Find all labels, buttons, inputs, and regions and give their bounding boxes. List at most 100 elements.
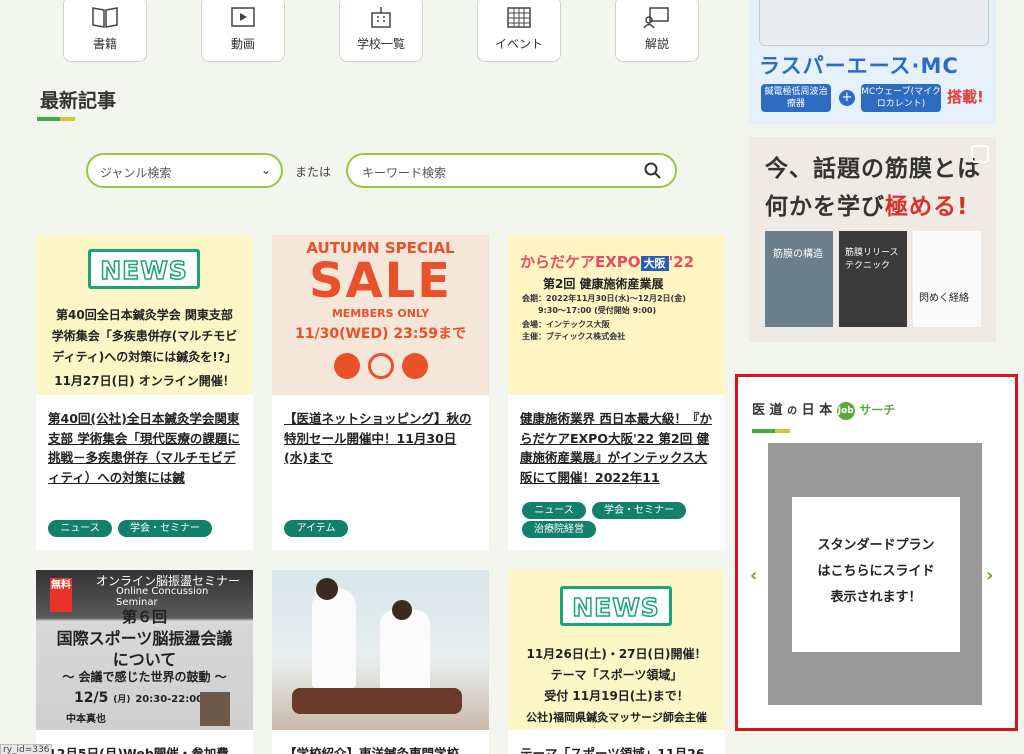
thumb-text: からだケアEXPO 大阪 '22 — [520, 253, 695, 271]
keyword-search-input[interactable]: キーワード検索 — [346, 153, 677, 188]
article-card[interactable]: NEWS 第40回全日本鍼灸学会 関東支部 学術集会「多疾患併存(マルチモビ デ… — [36, 235, 253, 550]
thumb-text: 11月27日(日) オンライン開催！ — [54, 374, 235, 388]
ad-banner-fascia[interactable]: 今、話題の筋膜とは 何かを学び極める! 筋膜の構造 筋膜リリーステクニック 閃め… — [749, 137, 996, 342]
article-title[interactable]: 【医道ネットショッピング】秋の特別セール開催中！11月30日(水)まで — [284, 409, 480, 469]
article-thumbnail: からだケアEXPO 大阪 '22 第2回 健康施術産業展 会期：2022年11月30… — [508, 235, 725, 395]
thumb-text: Online Concussion Seminar — [116, 586, 209, 608]
keyword-search-placeholder: キーワード検索 — [362, 166, 447, 180]
thumb-text: MEMBERS ONLY — [331, 307, 430, 320]
thumb-text: 中本真也 — [66, 714, 106, 725]
book-cover: 閃めく経絡 — [913, 231, 981, 327]
thumb-text: 会場：インテックス大阪 — [522, 320, 610, 329]
plus-icon: + — [839, 90, 855, 106]
article-title[interactable]: 健康施術業界 西日本最大級！『からだケアEXPO大阪'22 第2回 健康施術産業… — [520, 409, 716, 487]
speaker-photo — [200, 692, 230, 726]
genre-select-placeholder: ジャンル検索 — [100, 166, 172, 180]
photo-figure — [316, 578, 338, 600]
expand-icon[interactable] — [971, 145, 989, 163]
tag[interactable]: ニュース — [48, 520, 112, 537]
news-banner: NEWS — [88, 249, 200, 289]
article-card[interactable]: NEWS 11月26日(土)・27日(日)開催！ テーマ「スポーツ領域」 受付 … — [508, 570, 725, 754]
job-icon: Job — [836, 401, 855, 420]
article-thumbnail: NEWS 第40回全日本鍼灸学会 関東支部 学術集会「多疾患併存(マルチモビ デ… — [36, 235, 253, 395]
job-slide[interactable]: スタンダードプラン はこちらにスライド 表示されます！ — [768, 443, 982, 705]
thumb-text: 主催：ブティックス株式会社 — [522, 332, 626, 341]
news-banner: NEWS — [560, 586, 672, 626]
thumb-text: 9:30〜17:00 (受付開始 9:00) — [538, 306, 657, 315]
nav-books-label: 書籍 — [92, 37, 117, 51]
ad-banner-rasper[interactable]: ラスパーエース·MC 鍼電極低周波治療器 + MCウェーブ(マイクロカレント) … — [749, 0, 996, 124]
nav-events-label: イベント — [494, 37, 543, 51]
nav-events[interactable]: イベント — [477, 0, 561, 62]
nav-schools-label: 学校一覧 — [356, 37, 405, 51]
search-icon[interactable] — [643, 161, 663, 181]
photo-figure — [392, 600, 412, 620]
thumb-text: 第40回全日本鍼灸学会 関東支部 — [56, 308, 233, 322]
thumb-text: SALE — [308, 253, 453, 309]
thumb-text: 公社)福岡県鍼灸マッサージ師会主催 — [526, 711, 707, 724]
article-thumbnail: 無料 オンライン脳振盪セミナー Online Concussion Semina… — [36, 570, 253, 730]
thumb-text: 第６回 — [121, 608, 167, 626]
nav-schools[interactable]: 学校一覧 — [339, 0, 423, 62]
photo-figure — [380, 610, 430, 696]
photo-figure — [292, 688, 462, 714]
thumb-text: について — [112, 650, 177, 669]
book-icon — [334, 353, 360, 379]
article-title[interactable]: 12月5日(月)Web開催・参加費 — [48, 744, 244, 754]
nav-lectures[interactable]: 解説 — [615, 0, 699, 62]
thumb-text: 12/5 (月) 20:30-22:00 — [74, 690, 204, 706]
photo-figure — [312, 588, 356, 688]
thumb-text: 11/30(WED) 23:59まで — [295, 326, 466, 342]
calendar-icon — [507, 7, 531, 28]
article-card[interactable]: AUTUMN SPECIAL SALE MEMBERS ONLY 11/30(W… — [272, 235, 489, 550]
ad-title: 今、話題の筋膜とは — [765, 156, 981, 182]
status-bar: ry_id=336 — [0, 744, 53, 754]
dvd-icon — [368, 353, 394, 379]
thumb-text: 受付 11月19日(土)まで！ — [544, 689, 689, 703]
thumb-text: 11月26日(土)・27日(日)開催！ — [526, 647, 707, 661]
article-card[interactable]: 無料 オンライン脳振盪セミナー Online Concussion Semina… — [36, 570, 253, 754]
job-underline — [752, 429, 790, 433]
job-search-title: 医 道 の 日 本 Job サーチ — [752, 401, 896, 420]
ad-chip: 鍼電極低周波治療器 — [761, 84, 831, 112]
tag[interactable]: 学会・セミナー — [118, 520, 212, 537]
slide-message: スタンダードプラン はこちらにスライド 表示されます！ — [792, 497, 960, 652]
nav-books[interactable]: 書籍 — [63, 0, 147, 62]
article-title[interactable]: 【学校紹介】東洋鍼灸専門学校 — [284, 744, 480, 754]
article-thumbnail: AUTUMN SPECIAL SALE MEMBERS ONLY 11/30(W… — [272, 235, 489, 395]
article-thumbnail: NEWS 11月26日(土)・27日(日)開催！ テーマ「スポーツ領域」 受付 … — [508, 570, 725, 730]
book-icon — [92, 7, 118, 28]
nav-videos-label: 動画 — [230, 37, 255, 51]
tag[interactable]: 治療院経営 — [522, 521, 596, 538]
prev-arrow-icon[interactable]: ‹ — [750, 565, 757, 586]
next-arrow-icon[interactable]: › — [986, 565, 993, 586]
video-icon — [231, 7, 255, 27]
article-title[interactable]: 第40回(公社)全日本鍼灸学会関東支部 学術集会「現代医療の課題に挑戦－多疾患併… — [48, 409, 244, 487]
cart-icon — [402, 353, 428, 379]
genre-select[interactable]: ジャンル検索 ⌄ — [86, 153, 283, 188]
tag[interactable]: 学会・セミナー — [592, 502, 686, 519]
article-card[interactable]: からだケアEXPO 大阪 '22 第2回 健康施術産業展 会期：2022年11月30… — [508, 235, 725, 550]
chevron-down-icon: ⌄ — [260, 163, 271, 177]
lecture-icon — [643, 7, 669, 29]
or-text: または — [295, 165, 332, 179]
ad-title: 何かを学び極める! — [765, 194, 969, 220]
nav-videos[interactable]: 動画 — [201, 0, 285, 62]
thumb-text: 会期：2022年11月30日(水)〜12月2日(金) — [522, 294, 686, 303]
tag[interactable]: アイテム — [284, 520, 348, 537]
tag[interactable]: ニュース — [522, 502, 586, 519]
section-title: 最新記事 — [40, 90, 117, 112]
thumb-text: 〜 会議で感じた世界の鼓動 〜 — [62, 670, 227, 684]
ad-chip: MCウェーブ(マイクロカレント) — [861, 84, 941, 112]
article-title[interactable]: テーマ「スポーツ領域」11月26 — [520, 744, 716, 754]
section-underline — [37, 117, 75, 121]
job-search-widget: 医 道 の 日 本 Job サーチ スタンダードプラン はこちらにスライド 表示… — [735, 374, 1018, 731]
school-icon — [371, 7, 391, 28]
book-cover: 筋膜の構造 — [765, 231, 833, 327]
article-thumbnail — [272, 570, 489, 730]
thumb-text: ディティ)への対策には鍼灸を!?」 — [52, 350, 237, 364]
article-card[interactable]: 【学校紹介】東洋鍼灸専門学校 — [272, 570, 489, 754]
thumb-text: 学術集会「多疾患併存(マルチモビ — [51, 329, 238, 343]
nav-lectures-label: 解説 — [644, 37, 669, 51]
ad-title: ラスパーエース·MC — [759, 54, 959, 78]
